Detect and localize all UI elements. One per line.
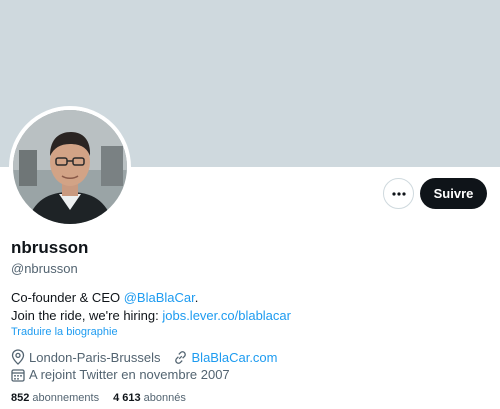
location-text: London-Paris-Brussels [29, 349, 161, 365]
profile-bio: Co-founder & CEO @BlaBlaCar. Join the ri… [11, 289, 291, 325]
more-options-button[interactable] [383, 178, 414, 209]
bio-line-1: Co-founder & CEO @BlaBlaCar. [11, 289, 291, 307]
following-label: abonnements [29, 392, 100, 404]
bio-mention-link[interactable]: @BlaBlaCar [124, 290, 195, 305]
follow-button[interactable]: Suivre [420, 178, 487, 209]
location-item: London-Paris-Brussels [11, 349, 161, 365]
profile-stats: 852 abonnements 4 613 abonnés [11, 392, 200, 404]
profile-name: nbrusson [11, 238, 89, 257]
bio-text: Join the ride, we're hiring: [11, 308, 163, 323]
link-icon [174, 350, 186, 364]
avatar-image [13, 110, 127, 224]
bio-text: Co-founder & CEO [11, 290, 124, 305]
followers-stat[interactable]: 4 613 abonnés [113, 392, 186, 404]
joined-text: A rejoint Twitter en novembre 2007 [29, 367, 230, 382]
location-pin-icon [11, 349, 25, 365]
translate-bio-link[interactable]: Traduire la biographie [11, 326, 118, 338]
website-item: BlaBlaCar.com [173, 350, 278, 365]
profile-meta-row: London-Paris-Brussels BlaBlaCar.com [11, 349, 278, 365]
bio-jobs-link[interactable]: jobs.lever.co/blablacar [162, 308, 291, 323]
followers-label: abonnés [140, 392, 186, 404]
website-link[interactable]: BlaBlaCar.com [192, 350, 278, 365]
bio-text: . [194, 290, 199, 305]
bio-line-2: Join the ride, we're hiring: jobs.lever.… [11, 307, 291, 325]
more-horizontal-icon [391, 191, 406, 196]
following-stat[interactable]: 852 abonnements [11, 392, 99, 404]
profile-avatar[interactable] [9, 106, 131, 228]
calendar-icon [11, 368, 25, 382]
followers-count: 4 613 [113, 392, 141, 404]
following-count: 852 [11, 392, 30, 404]
joined-row: A rejoint Twitter en novembre 2007 [11, 367, 230, 382]
profile-handle: @nbrusson [11, 261, 78, 276]
